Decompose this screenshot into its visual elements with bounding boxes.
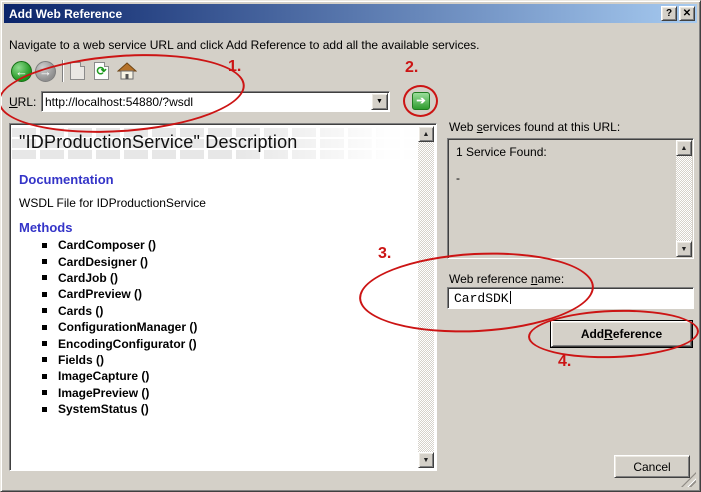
service-description-panel[interactable]: "IDProductionService" Description Docume… bbox=[9, 123, 437, 471]
stop-button[interactable] bbox=[70, 62, 85, 80]
back-button[interactable]: ← bbox=[11, 61, 32, 82]
documentation-text: WSDL File for IDProductionService bbox=[19, 196, 206, 210]
scroll-down-button[interactable]: ▼ bbox=[676, 241, 692, 257]
method-name: CardComposer () bbox=[58, 238, 156, 252]
method-item: CardDesigner () bbox=[42, 253, 197, 269]
service-description-heading: "IDProductionService" Description bbox=[19, 132, 298, 153]
web-reference-name-label: Web reference name: bbox=[449, 272, 564, 286]
method-item: SystemStatus () bbox=[42, 401, 197, 417]
method-item: ConfigurationManager () bbox=[42, 319, 197, 335]
method-name: CardJob () bbox=[58, 271, 118, 285]
bullet-icon bbox=[42, 357, 47, 362]
method-item: CardJob () bbox=[42, 270, 197, 286]
method-name: SystemStatus () bbox=[58, 402, 149, 416]
method-item: CardComposer () bbox=[42, 237, 197, 253]
services-found-count: 1 Service Found: bbox=[456, 145, 547, 159]
method-item: ImageCapture () bbox=[42, 368, 197, 384]
services-found-item: - bbox=[456, 171, 460, 185]
method-name: ImageCapture () bbox=[58, 369, 149, 383]
web-reference-name-input[interactable]: CardSDK bbox=[447, 287, 694, 309]
scrollbar-track[interactable] bbox=[676, 156, 692, 241]
services-found-listbox[interactable]: 1 Service Found: - ▲ ▼ bbox=[447, 138, 694, 259]
web-reference-name-value: CardSDK bbox=[454, 291, 511, 306]
method-name: Fields () bbox=[58, 353, 104, 367]
method-name: EncodingConfigurator () bbox=[58, 337, 197, 351]
triangle-up-icon: ▲ bbox=[423, 131, 430, 138]
url-dropdown-button[interactable]: ▼ bbox=[371, 93, 388, 110]
page-fold-icon bbox=[80, 62, 85, 67]
help-button[interactable]: ? bbox=[661, 6, 677, 21]
description-scrollbar[interactable]: ▲ ▼ bbox=[418, 126, 434, 468]
close-button[interactable]: ✕ bbox=[679, 6, 695, 21]
bullet-icon bbox=[42, 374, 47, 379]
method-name: CardDesigner () bbox=[58, 255, 148, 269]
bullet-icon bbox=[42, 308, 47, 313]
method-name: ConfigurationManager () bbox=[58, 320, 197, 334]
documentation-heading: Documentation bbox=[19, 172, 114, 187]
bullet-icon bbox=[42, 390, 47, 395]
url-combobox: ▼ bbox=[41, 91, 390, 112]
go-arrow-icon: ➔ bbox=[416, 96, 425, 107]
cancel-button[interactable]: Cancel bbox=[614, 455, 690, 478]
back-arrow-icon: ← bbox=[15, 65, 28, 78]
text-cursor bbox=[510, 291, 511, 304]
forward-button[interactable]: → bbox=[35, 61, 56, 82]
method-item: ImagePreview () bbox=[42, 385, 197, 401]
bullet-icon bbox=[42, 341, 47, 346]
browser-toolbar: ← → ⟳ bbox=[11, 59, 137, 83]
scroll-up-button[interactable]: ▲ bbox=[418, 126, 434, 142]
bullet-icon bbox=[42, 325, 47, 330]
chevron-down-icon: ▼ bbox=[376, 98, 383, 105]
method-name: CardPreview () bbox=[58, 287, 142, 301]
bullet-icon bbox=[42, 243, 47, 248]
add-reference-button[interactable]: Add Reference bbox=[551, 321, 692, 347]
annotation-label-2: 2. bbox=[405, 59, 418, 77]
annotation-label-1: 1. bbox=[228, 58, 241, 76]
instruction-text: Navigate to a web service URL and click … bbox=[9, 38, 479, 52]
triangle-down-icon: ▼ bbox=[423, 457, 430, 464]
refresh-icon: ⟳ bbox=[95, 64, 108, 78]
method-item: Fields () bbox=[42, 352, 197, 368]
add-web-reference-dialog: Add Web Reference ? ✕ Navigate to a web … bbox=[0, 0, 701, 492]
refresh-button[interactable]: ⟳ bbox=[94, 62, 109, 80]
method-name: Cards () bbox=[58, 304, 103, 318]
bullet-icon bbox=[42, 275, 47, 280]
methods-heading: Methods bbox=[19, 220, 72, 235]
toolbar-separator bbox=[62, 60, 64, 82]
bullet-icon bbox=[42, 259, 47, 264]
listbox-scrollbar[interactable]: ▲ ▼ bbox=[676, 140, 692, 257]
scrollbar-track[interactable] bbox=[418, 142, 434, 452]
bullet-icon bbox=[42, 292, 47, 297]
go-button[interactable]: ➔ bbox=[412, 92, 430, 110]
scroll-down-button[interactable]: ▼ bbox=[418, 452, 434, 468]
method-item: CardPreview () bbox=[42, 286, 197, 302]
method-item: Cards () bbox=[42, 303, 197, 319]
annotation-label-4: 4. bbox=[558, 353, 571, 371]
window-title: Add Web Reference bbox=[9, 7, 122, 21]
forward-arrow-icon: → bbox=[39, 65, 52, 78]
method-name: ImagePreview () bbox=[58, 386, 149, 400]
triangle-down-icon: ▼ bbox=[681, 246, 688, 253]
method-item: EncodingConfigurator () bbox=[42, 335, 197, 351]
url-label: URL: bbox=[9, 95, 36, 109]
home-button[interactable] bbox=[117, 62, 137, 80]
url-input[interactable] bbox=[45, 94, 367, 109]
home-icon bbox=[117, 62, 137, 80]
bullet-icon bbox=[42, 407, 47, 412]
title-bar[interactable]: Add Web Reference ? ✕ bbox=[4, 4, 697, 23]
methods-list: CardComposer () CardDesigner () CardJob ()… bbox=[42, 237, 197, 417]
scroll-up-button[interactable]: ▲ bbox=[676, 140, 692, 156]
services-found-label: Web services found at this URL: bbox=[449, 120, 620, 134]
triangle-up-icon: ▲ bbox=[681, 145, 688, 152]
